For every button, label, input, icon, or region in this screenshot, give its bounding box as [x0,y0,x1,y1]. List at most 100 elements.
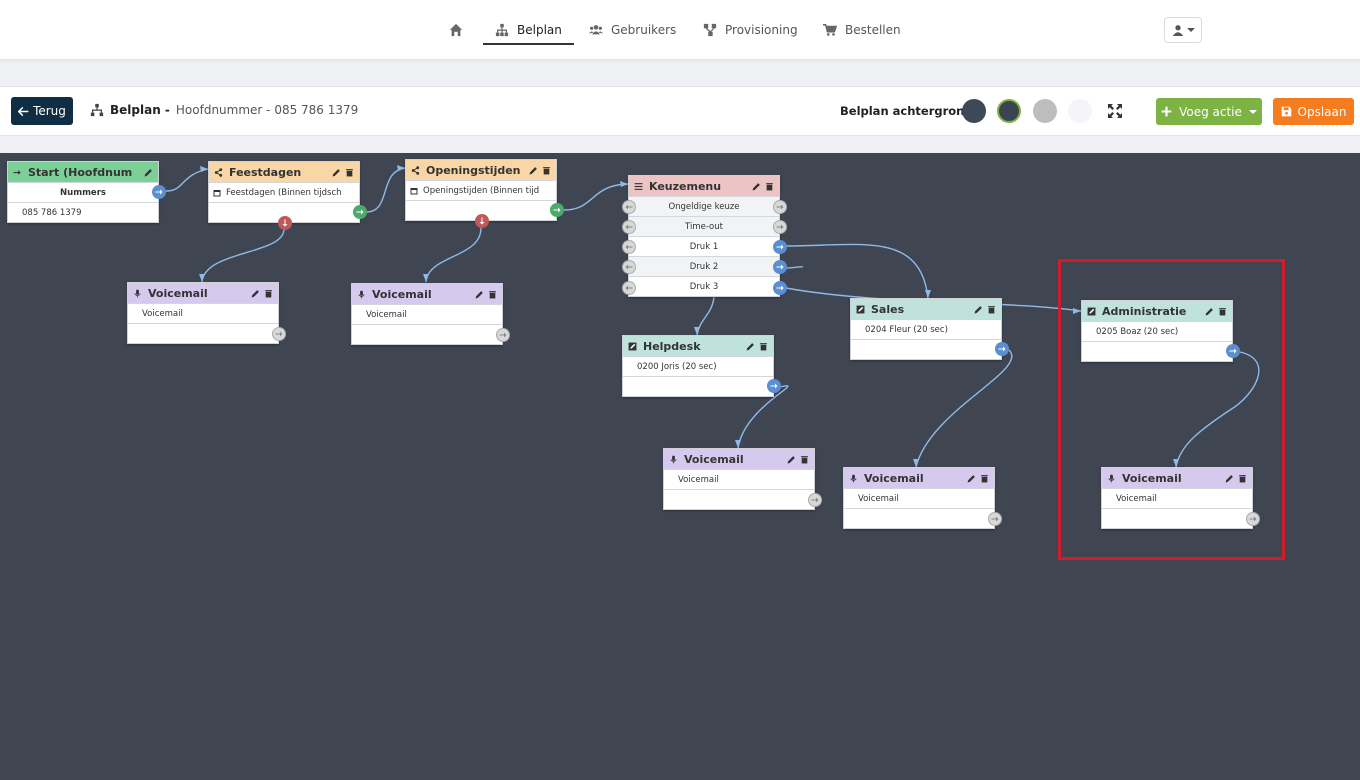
edit-icon[interactable] [967,474,976,483]
edit-icon[interactable] [752,182,761,191]
edit-icon[interactable] [251,289,260,298]
output-port[interactable] [767,379,781,393]
microphone-icon [850,474,857,482]
arrow-right-icon [776,264,784,270]
trash-icon[interactable] [980,474,989,483]
output-port[interactable] [773,220,787,234]
menu-option-row: Time-out [629,216,779,236]
trash-icon[interactable] [488,290,497,299]
arrow-right-icon [776,224,784,230]
menu-option-row: Druk 1 [629,236,779,256]
background-swatch-selected[interactable] [997,99,1021,123]
output-port[interactable] [808,493,822,507]
output-port[interactable] [995,342,1009,356]
add-action-label: Voeg actie [1179,104,1242,119]
edit-icon[interactable] [144,168,153,177]
save-button-label: Opslaan [1297,104,1347,119]
breadcrumb-subtitle: Hoofdnummer - 085 786 1379 [175,103,359,117]
node-title: Keuzemenu [649,179,722,193]
node-voicemail[interactable]: Voicemail Voicemail [127,282,286,344]
output-port[interactable] [773,200,787,214]
output-port[interactable] [152,185,166,199]
trash-icon[interactable] [264,289,273,298]
network-icon [703,23,717,37]
node-title: Openingstijden [426,163,521,177]
back-button[interactable]: Terug [11,97,73,125]
background-swatch-dark[interactable] [962,99,986,123]
trash-icon[interactable] [345,168,354,177]
expand-icon[interactable] [1107,103,1123,119]
output-port[interactable] [773,260,787,274]
output-port[interactable] [773,281,787,295]
user-menu-button[interactable] [1164,17,1202,43]
node-row: Voicemail [352,304,502,324]
edit-icon[interactable] [746,342,755,351]
highlight-box [1058,259,1285,560]
output-port[interactable] [550,203,564,217]
node-voicemail[interactable]: Voicemail Voicemail [843,467,1002,529]
arrow-right-icon [998,346,1006,352]
node-header: Voicemail [352,284,502,304]
edit-icon[interactable] [529,166,538,175]
nav-provisioning[interactable]: Provisioning [703,0,798,60]
arrow-left-icon [18,106,29,116]
output-port[interactable] [988,512,1002,526]
trash-icon[interactable] [987,305,996,314]
save-button[interactable]: Opslaan [1273,98,1354,125]
microphone-icon [670,455,677,463]
input-port[interactable] [622,220,636,234]
output-port[interactable] [353,205,367,219]
output-port[interactable] [272,327,286,341]
node-helpdesk[interactable]: Helpdesk 0200 Joris (20 sec) [622,335,781,397]
arrow-right-icon [991,516,999,522]
nav-gebruikers[interactable]: Gebruikers [589,0,676,60]
trash-icon[interactable] [542,166,551,175]
nav-home[interactable] [449,0,463,60]
trash-icon[interactable] [800,455,809,464]
node-voicemail[interactable]: Voicemail Voicemail [663,448,822,510]
node-voicemail[interactable]: Voicemail Voicemail [351,283,510,345]
input-port[interactable] [622,260,636,274]
node-row [844,508,994,528]
node-row: Voicemail [844,488,994,508]
arrow-right-icon [770,383,778,389]
nav-bestellen[interactable]: Bestellen [823,0,901,60]
node-row: Voicemail [128,303,278,323]
arrow-left-icon [625,285,633,291]
background-swatch-light[interactable] [1068,99,1092,123]
microphone-icon [358,290,365,298]
edit-icon[interactable] [787,455,796,464]
node-start[interactable]: Start (Hoofdnum Nummers 085 786 1379 [7,161,166,223]
node-feestdagen[interactable]: Feestdagen Feestdagen (Binnen tijdsch [208,161,367,230]
edit-icon[interactable] [332,168,341,177]
input-port[interactable] [622,200,636,214]
input-port[interactable] [622,281,636,295]
node-title: Voicemail [372,287,432,301]
node-row [352,324,502,344]
nav-gebruikers-label: Gebruikers [611,23,677,37]
output-port[interactable] [496,328,510,342]
nav-belplan[interactable]: Belplan [483,0,574,60]
node-row: 0200 Joris (20 sec) [623,356,773,376]
output-port[interactable] [773,240,787,254]
background-swatch-grey[interactable] [1033,99,1057,123]
node-keuzemenu[interactable]: Keuzemenu Ongeldige keuze Time-out Druk … [622,175,787,297]
node-header: Voicemail [128,283,278,303]
false-port[interactable] [278,216,292,230]
node-openingstijden[interactable]: Openingstijden Openingstijden (Binnen ti… [405,159,564,228]
edit-icon[interactable] [974,305,983,314]
node-header: Feestdagen [209,162,359,182]
trash-icon[interactable] [765,182,774,191]
node-sales[interactable]: Sales 0204 Fleur (20 sec) [850,298,1009,360]
arrow-right-icon [811,497,819,503]
trash-icon[interactable] [759,342,768,351]
arrow-right-icon [776,285,784,291]
caret-down-icon [1186,28,1195,32]
edit-icon[interactable] [475,290,484,299]
false-port[interactable] [475,214,489,228]
add-action-button[interactable]: Voeg actie [1156,98,1262,125]
arrow-right-icon [155,189,163,195]
input-port[interactable] [622,240,636,254]
arrow-right-icon [776,204,784,210]
top-navigation: Belplan Gebruikers Provisioning Bestelle… [0,0,1360,60]
